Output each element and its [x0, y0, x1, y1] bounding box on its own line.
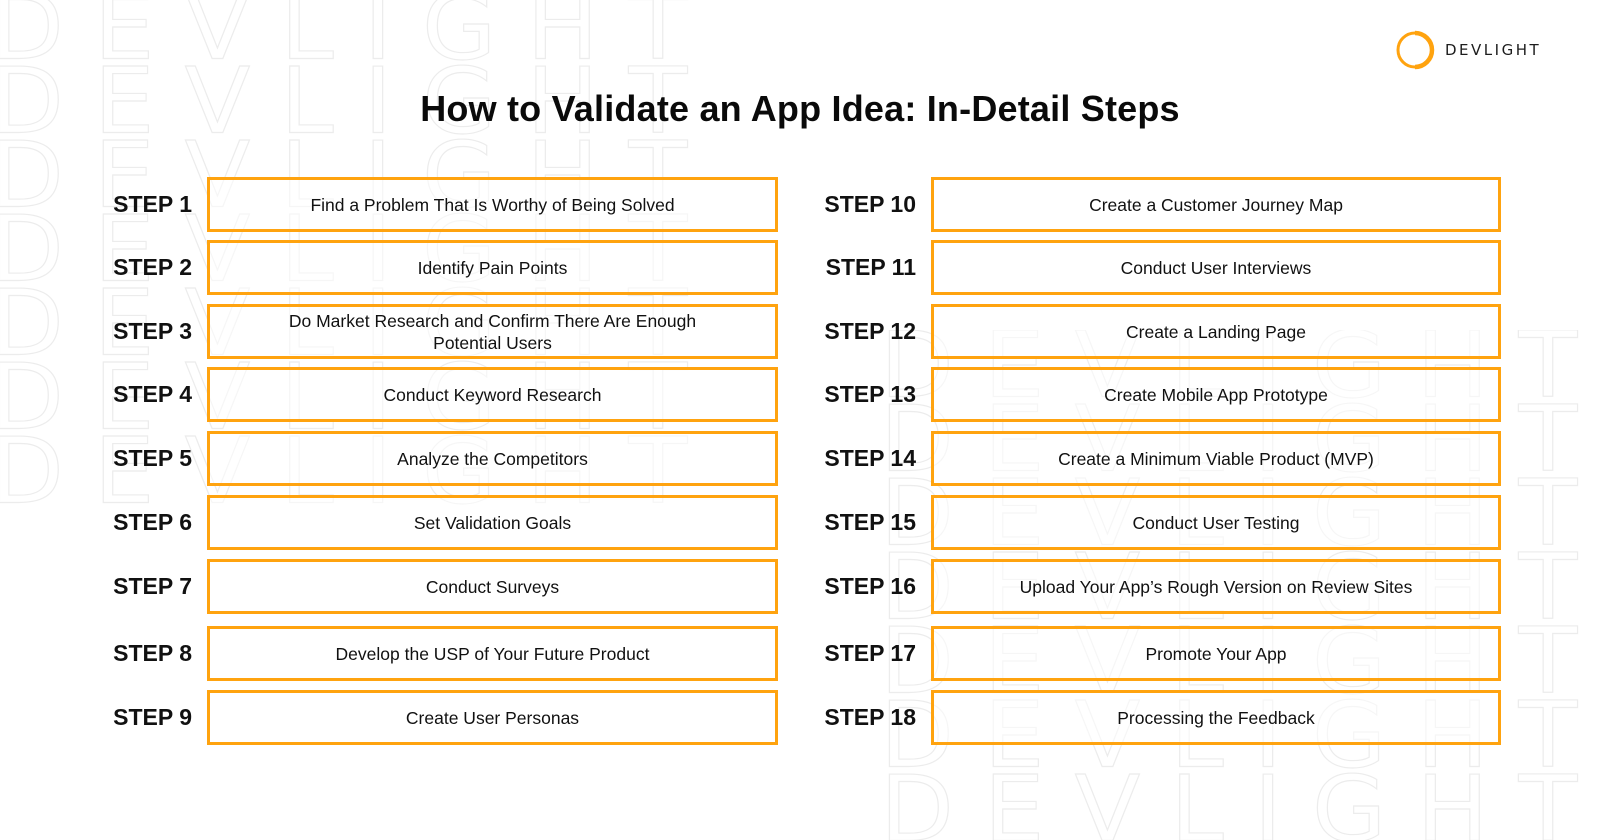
step-text: Create a Minimum Viable Product (MVP) [1058, 448, 1374, 469]
step-text: Find a Problem That Is Worthy of Being S… [310, 194, 675, 215]
watermark-line: DEVLIGHT [0, 0, 710, 81]
step-box: Processing the Feedback [931, 690, 1501, 745]
logo-ring-icon [1396, 30, 1435, 70]
step-box: Create a Customer Journey Map [931, 177, 1501, 232]
step-text: Conduct User Interviews [1120, 257, 1312, 278]
step-row: STEP 4 Conduct Keyword Research [100, 367, 778, 422]
step-row: STEP 2 Identify Pain Points [100, 240, 778, 295]
step-row: STEP 11 Conduct User Interviews [810, 240, 1501, 295]
step-label: STEP 8 [113, 640, 192, 666]
step-box: Upload Your App’s Rough Version on Revie… [931, 559, 1501, 614]
step-row: STEP 17 Promote Your App [810, 626, 1501, 681]
step-text: Create a Landing Page [1126, 321, 1306, 342]
step-text: Conduct User Testing [1132, 512, 1300, 533]
step-text: Create Mobile App Prototype [1104, 384, 1328, 405]
step-row: STEP 12 Create a Landing Page [810, 304, 1501, 359]
step-box: Create User Personas [207, 690, 778, 745]
step-label: STEP 1 [113, 191, 192, 217]
step-box: Promote Your App [931, 626, 1501, 681]
step-label: STEP 16 [824, 573, 916, 599]
step-label: STEP 3 [113, 318, 192, 344]
step-text: Conduct Surveys [425, 576, 560, 597]
step-box: Identify Pain Points [207, 240, 778, 295]
step-label: STEP 10 [824, 191, 916, 217]
step-box: Set Validation Goals [207, 495, 778, 550]
step-row: STEP 13 Create Mobile App Prototype [810, 367, 1501, 422]
step-text: Set Validation Goals [413, 512, 572, 533]
step-label: STEP 2 [113, 254, 192, 280]
step-box: Develop the USP of Your Future Product [207, 626, 778, 681]
step-box: Create Mobile App Prototype [931, 367, 1501, 422]
step-row: STEP 7 Conduct Surveys [100, 559, 778, 614]
step-label: STEP 9 [113, 704, 192, 730]
step-row: STEP 15 Conduct User Testing [810, 495, 1501, 550]
step-row: STEP 8 Develop the USP of Your Future Pr… [100, 626, 778, 681]
step-label: STEP 11 [825, 254, 916, 280]
step-row: STEP 16 Upload Your App’s Rough Version … [810, 559, 1501, 614]
step-box: Find a Problem That Is Worthy of Being S… [207, 177, 778, 232]
step-row: STEP 3 Do Market Research and Confirm Th… [100, 304, 778, 359]
step-text: Analyze the Competitors [397, 448, 588, 469]
step-text: Promote Your App [1145, 643, 1287, 664]
step-row: STEP 14 Create a Minimum Viable Product … [810, 431, 1501, 486]
page-title: How to Validate an App Idea: In-Detail S… [420, 88, 1180, 129]
brand-logo: DEVLIGHT [1395, 30, 1541, 70]
step-text: Create a Customer Journey Map [1089, 194, 1343, 215]
step-label: STEP 4 [113, 381, 192, 407]
step-label: STEP 13 [824, 381, 916, 407]
step-label: STEP 14 [824, 445, 916, 471]
step-box: Conduct Keyword Research [207, 367, 778, 422]
step-box: Create a Landing Page [931, 304, 1501, 359]
step-row: STEP 1 Find a Problem That Is Worthy of … [100, 177, 778, 232]
watermark-line: DEVLIGHT [880, 755, 1600, 840]
step-text: Create User Personas [405, 707, 580, 728]
step-text: Conduct Keyword Research [383, 384, 602, 405]
step-text: Identify Pain Points [417, 257, 568, 278]
step-label: STEP 12 [824, 318, 916, 344]
step-text: Upload Your App’s Rough Version on Revie… [1019, 576, 1413, 597]
step-box: Conduct Surveys [207, 559, 778, 614]
step-label: STEP 18 [824, 704, 916, 730]
step-row: STEP 9 Create User Personas [100, 690, 778, 745]
step-box: Analyze the Competitors [207, 431, 778, 486]
step-label: STEP 17 [824, 640, 916, 666]
step-label: STEP 15 [824, 509, 916, 535]
step-row: STEP 10 Create a Customer Journey Map [810, 177, 1501, 232]
brand-name: DEVLIGHT [1445, 41, 1542, 59]
step-box: Create a Minimum Viable Product (MVP) [931, 431, 1501, 486]
step-text: Develop the USP of Your Future Product [335, 643, 650, 664]
step-row: STEP 5 Analyze the Competitors [100, 431, 778, 486]
step-box: Conduct User Interviews [931, 240, 1501, 295]
step-label: STEP 5 [113, 445, 192, 471]
step-label: STEP 7 [113, 573, 192, 599]
step-box: Do Market Research and Confirm There Are… [207, 304, 778, 359]
step-label: STEP 6 [113, 509, 192, 535]
step-box: Conduct User Testing [931, 495, 1501, 550]
step-text: Do Market Research and Confirm There Are… [288, 310, 697, 353]
step-row: STEP 18 Processing the Feedback [810, 690, 1501, 745]
step-text: Processing the Feedback [1117, 707, 1315, 728]
step-row: STEP 6 Set Validation Goals [100, 495, 778, 550]
